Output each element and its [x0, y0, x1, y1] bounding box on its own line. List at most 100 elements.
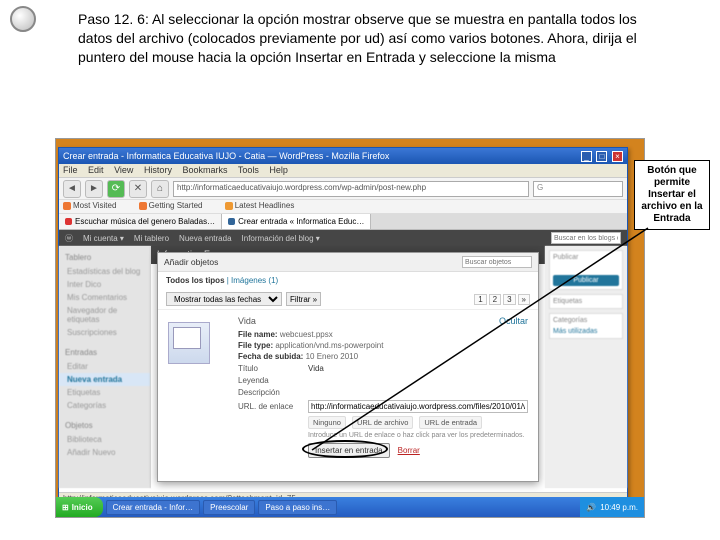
tab-all-types[interactable]: Todos los tipos [166, 276, 225, 285]
preset-posturl[interactable]: URL de entrada [419, 416, 482, 429]
task-firefox[interactable]: Crear entrada - Infor… [106, 500, 200, 515]
tab-music[interactable]: Escuchar música del genero Baladas… [59, 214, 222, 229]
wp-main: Informatica E Añadir objetos Todos los t… [151, 246, 545, 488]
firefox-toolbar: ◄ ► ⟳ ✕ ⌂ http://informaticaeducativaiuj… [59, 178, 627, 200]
adminbar-newpost[interactable]: Nueva entrada [179, 234, 231, 243]
modal-filter-row: Mostrar todas las fechas Filtrar » 1 2 3… [158, 289, 538, 310]
forward-button[interactable]: ► [85, 180, 103, 198]
callout-box: Botón que permite Insertar el archivo en… [634, 160, 710, 230]
side-entradas[interactable]: Entradas [59, 345, 150, 360]
field-title: Título Vida [238, 364, 528, 373]
firefox-menubar[interactable]: File Edit View History Bookmarks Tools H… [59, 164, 627, 178]
firefox-window: Crear entrada - Informatica Educativa IU… [58, 147, 628, 507]
bookmark-most-visited[interactable]: Most Visited [63, 201, 126, 210]
side-anadir[interactable]: Añadir Nuevo [59, 446, 150, 459]
home-button[interactable]: ⌂ [151, 180, 169, 198]
publish-button[interactable]: Publicar [553, 275, 619, 286]
stop-button[interactable]: ✕ [129, 180, 147, 198]
task-preescolar[interactable]: Preescolar [203, 500, 255, 515]
action-row: Insertar en entrada Borrar [308, 443, 528, 458]
page-next[interactable]: » [518, 294, 530, 305]
field-caption: Leyenda [238, 376, 528, 385]
side-stats[interactable]: Estadísticas del blog [59, 265, 150, 278]
date-filter-select[interactable]: Mostrar todas las fechas [166, 292, 282, 306]
back-button[interactable]: ◄ [63, 180, 81, 198]
media-thumb-col [168, 316, 228, 458]
bookmark-headlines[interactable]: Latest Headlines [225, 201, 305, 210]
side-nueva-entrada[interactable]: Nueva entrada [59, 373, 150, 386]
bookmarks-bar: Most Visited Getting Started Latest Head… [59, 200, 627, 214]
preset-fileurl[interactable]: URL de archivo [352, 416, 413, 429]
menu-file[interactable]: File [63, 165, 78, 175]
menu-help[interactable]: Help [269, 165, 288, 175]
wp-sidebar: Tablero Estadísticas del blog Inter Dico… [59, 246, 151, 488]
screenshot-container: Crear entrada - Informatica Educativa IU… [55, 138, 645, 518]
instruction-text: Paso 12. 6: Al seleccionar la opción mos… [78, 10, 660, 67]
reload-button[interactable]: ⟳ [107, 180, 125, 198]
windows-logo-icon: ⊞ [62, 503, 69, 512]
insert-into-post-button[interactable]: Insertar en entrada [308, 443, 390, 458]
minimize-button[interactable]: _ [581, 151, 592, 162]
side-biblioteca[interactable]: Biblioteca [59, 433, 150, 446]
media-modal: Añadir objetos Todos los tipos | Imágene… [157, 252, 539, 482]
adminbar-bloginfo[interactable]: Información del blog ▾ [242, 234, 320, 243]
url-bar[interactable]: http://informaticaeducativaiujo.wordpres… [173, 181, 529, 197]
search-box[interactable]: G [533, 181, 623, 197]
menu-view[interactable]: View [114, 165, 133, 175]
firefox-tabs: Escuchar música del genero Baladas… Crea… [59, 214, 627, 230]
modal-header: Añadir objetos [158, 253, 538, 272]
side-comments[interactable]: Mis Comentarios [59, 291, 150, 304]
url-hint: Introduce un URL de enlace o haz click p… [308, 432, 528, 439]
clock: 10:49 p.m. [600, 503, 638, 512]
menu-tools[interactable]: Tools [238, 165, 259, 175]
meta-date: Fecha de subida: 10 Enero 2010 [238, 352, 528, 361]
adminbar-search[interactable] [551, 232, 621, 244]
bookmark-getting-started[interactable]: Getting Started [139, 201, 213, 210]
publish-box: Publicar Publicar [549, 250, 623, 290]
categories-box: Categorías Más utilizadas [549, 313, 623, 339]
preset-none[interactable]: Ninguno [308, 416, 346, 429]
side-objetos[interactable]: Objetos [59, 418, 150, 433]
page-1[interactable]: 1 [474, 294, 486, 305]
filter-button[interactable]: Filtrar » [286, 292, 321, 306]
side-tagnav[interactable]: Navegador de etiquetas [59, 304, 150, 326]
media-title-row: Vida Ocultar [238, 316, 528, 326]
modal-search[interactable] [462, 256, 532, 268]
tab-images[interactable]: Imágenes (1) [231, 276, 278, 285]
page-3[interactable]: 3 [503, 294, 515, 305]
page-2[interactable]: 2 [489, 294, 501, 305]
modal-type-tabs: Todos los tipos | Imágenes (1) [158, 272, 538, 289]
tab-wordpress[interactable]: Crear entrada « Informatica Educ… [222, 214, 371, 229]
side-editar[interactable]: Editar [59, 360, 150, 373]
maximize-button[interactable]: □ [596, 151, 607, 162]
side-categorias[interactable]: Categorías [59, 399, 150, 412]
adminbar-dashboard[interactable]: Mi tablero [134, 234, 169, 243]
field-description: Descripción [238, 388, 528, 397]
menu-history[interactable]: History [144, 165, 172, 175]
start-button[interactable]: ⊞ Inicio [56, 497, 103, 517]
slide-decoration [10, 6, 36, 32]
delete-link[interactable]: Borrar [398, 446, 420, 455]
wp-logo-icon[interactable]: ⓦ [65, 233, 73, 244]
side-etiquetas[interactable]: Etiquetas [59, 386, 150, 399]
media-details: Vida Ocultar File name: webcuest.ppsx Fi… [238, 316, 528, 458]
menu-edit[interactable]: Edit [88, 165, 104, 175]
meta-filename: File name: webcuest.ppsx [238, 330, 528, 339]
url-input[interactable] [308, 400, 528, 413]
adminbar-account[interactable]: Mi cuenta ▾ [83, 234, 124, 243]
wp-right-sidebar: Publicar Publicar Etiquetas Categorías M… [545, 246, 627, 488]
wp-body: Tablero Estadísticas del blog Inter Dico… [59, 246, 627, 488]
side-tablero[interactable]: Tablero [59, 250, 150, 265]
side-subs[interactable]: Suscripciones [59, 326, 150, 339]
system-tray[interactable]: 🔊 10:49 p.m. [580, 497, 644, 517]
side-interdico[interactable]: Inter Dico [59, 278, 150, 291]
menu-bookmarks[interactable]: Bookmarks [182, 165, 227, 175]
wp-adminbar: ⓦ Mi cuenta ▾ Mi tablero Nueva entrada I… [59, 230, 627, 246]
tray-icon[interactable]: 🔊 [586, 503, 596, 512]
close-button[interactable]: × [612, 151, 623, 162]
file-thumbnail-icon [168, 322, 210, 364]
hide-link[interactable]: Ocultar [499, 316, 528, 326]
task-paso[interactable]: Paso a paso ins… [258, 500, 337, 515]
meta-filetype: File type: application/vnd.ms-powerpoint [238, 341, 528, 350]
media-name: Vida [238, 316, 256, 326]
